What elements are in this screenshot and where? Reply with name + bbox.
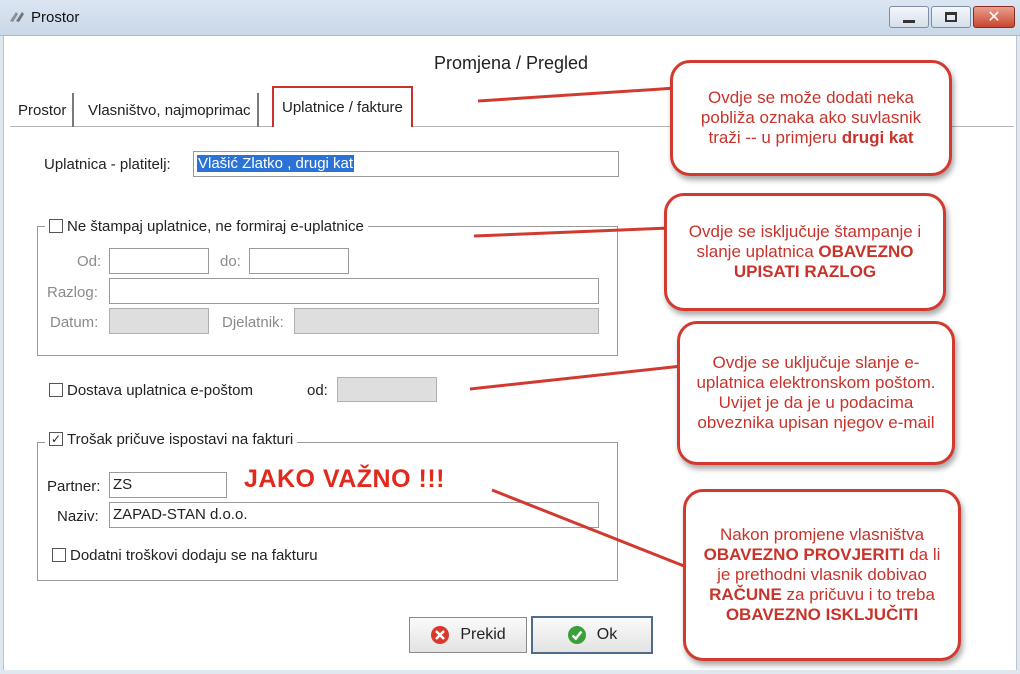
callout-email: Ovdje se uključuje slanje e-uplatnica el… — [677, 321, 955, 465]
callout-no-print: Ovdje se isključuje štampanje i slanje u… — [664, 193, 946, 311]
callout-ownership: Nakon promjene vlasništva OBAVEZNO PROVJ… — [683, 489, 961, 661]
arrow-4 — [491, 488, 685, 568]
callout-4-bold-3: OBAVEZNO ISKLJUČITI — [725, 605, 919, 624]
callout-4-bold-2: RAČUNE — [709, 585, 782, 604]
callout-4-bold-1: OBAVEZNO PROVJERITI — [703, 545, 905, 564]
arrow-2 — [473, 226, 671, 238]
callout-4-text-3: za pričuvu i to treba — [786, 585, 935, 604]
callout-payer-note: Ovdje se može dodati neka pobliža oznaka… — [670, 60, 952, 176]
callout-1-bold: drugi kat — [841, 128, 914, 147]
arrow-3 — [469, 364, 683, 391]
callout-3-text: Ovdje se uključuje slanje e-uplatnica el… — [696, 353, 936, 432]
callout-4-text-1: Nakon promjene vlasništva — [719, 525, 925, 544]
arrow-1 — [477, 86, 677, 103]
important-note: JAKO VAŽNO !!! — [244, 465, 445, 493]
